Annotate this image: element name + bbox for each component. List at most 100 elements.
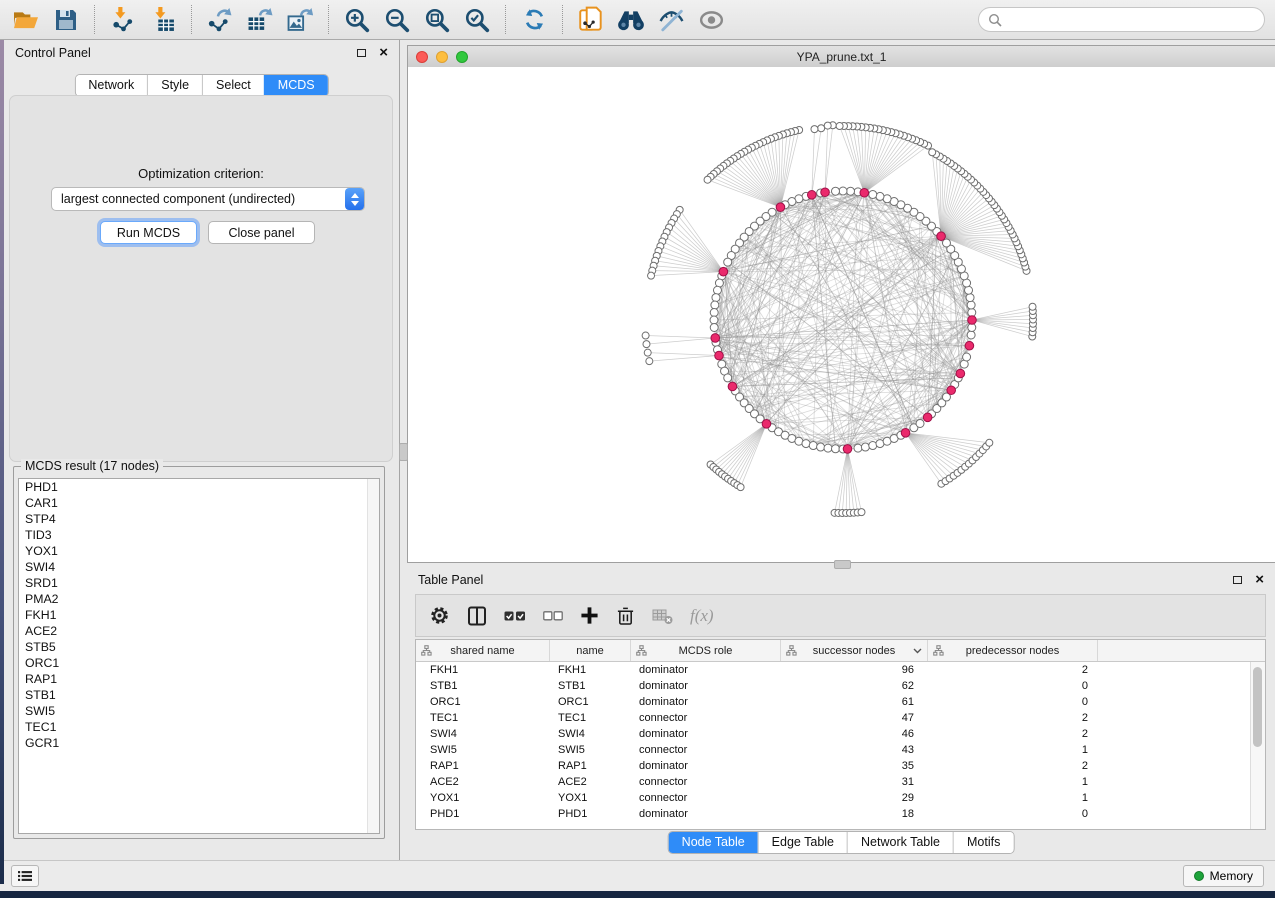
hide-selected-button[interactable]	[655, 4, 687, 36]
ring-node[interactable]	[876, 192, 884, 200]
table-tab-network-table[interactable]: Network Table	[847, 832, 953, 853]
leaf-node[interactable]	[1029, 303, 1036, 310]
ring-node[interactable]	[861, 443, 869, 451]
mcds-hub-node[interactable]	[711, 334, 720, 343]
deselect-all-button[interactable]	[543, 603, 563, 629]
leaf-node[interactable]	[704, 176, 711, 183]
tab-network[interactable]: Network	[75, 75, 147, 96]
column-header-shared-name[interactable]: shared name	[416, 640, 550, 661]
select-all-button[interactable]	[504, 603, 526, 629]
add-column-button[interactable]	[580, 603, 599, 629]
zoom-out-button[interactable]	[381, 4, 413, 36]
mcds-hub-node[interactable]	[776, 203, 785, 212]
refresh-button[interactable]	[518, 4, 550, 36]
leaf-node[interactable]	[858, 509, 865, 516]
table-row[interactable]: PHD1PHD1dominator180	[416, 806, 1265, 822]
ring-node[interactable]	[966, 294, 974, 302]
table-row[interactable]: SWI5SWI5connector431	[416, 742, 1265, 758]
memory-button[interactable]: Memory	[1183, 865, 1264, 887]
mcds-result-item[interactable]: TID3	[19, 527, 379, 543]
ring-node[interactable]	[916, 419, 924, 427]
mcds-result-item[interactable]: RAP1	[19, 671, 379, 687]
ring-node[interactable]	[839, 187, 847, 195]
vertical-splitter-grip[interactable]	[399, 443, 408, 461]
mcds-result-item[interactable]: SWI4	[19, 559, 379, 575]
mcds-hub-node[interactable]	[821, 188, 830, 197]
clipboard-network-button[interactable]	[575, 4, 607, 36]
ring-node[interactable]	[854, 444, 862, 452]
mcds-result-item[interactable]: STB5	[19, 639, 379, 655]
mcds-result-item[interactable]: STB1	[19, 687, 379, 703]
ring-node[interactable]	[967, 301, 975, 309]
column-header-name[interactable]: name	[550, 640, 631, 661]
gear-button[interactable]	[429, 603, 450, 629]
import-table-button[interactable]	[147, 4, 179, 36]
table-tab-edge-table[interactable]: Edge Table	[758, 832, 847, 853]
ring-node[interactable]	[710, 324, 718, 332]
mcds-list-scrollbar[interactable]	[367, 479, 379, 833]
search-input[interactable]	[1008, 12, 1255, 28]
run-mcds-button[interactable]: Run MCDS	[100, 221, 197, 244]
table-row[interactable]: YOX1YOX1connector291	[416, 790, 1265, 806]
ring-node[interactable]	[963, 353, 971, 361]
sort-menu-icon[interactable]	[913, 648, 922, 654]
ring-node[interactable]	[847, 187, 855, 195]
table-row[interactable]: TEC1TEC1connector472	[416, 710, 1265, 726]
ring-node[interactable]	[710, 316, 718, 324]
mcds-hub-node[interactable]	[968, 316, 977, 325]
ring-node[interactable]	[712, 294, 720, 302]
mcds-result-item[interactable]: PMA2	[19, 591, 379, 607]
mcds-result-item[interactable]: SRD1	[19, 575, 379, 591]
leaf-node[interactable]	[643, 341, 650, 348]
split-columns-button[interactable]	[467, 603, 487, 629]
mcds-hub-node[interactable]	[715, 351, 724, 360]
mcds-hub-node[interactable]	[843, 445, 852, 454]
mcds-result-item[interactable]: ORC1	[19, 655, 379, 671]
ring-node[interactable]	[831, 445, 839, 453]
ring-node[interactable]	[965, 286, 973, 294]
mcds-result-item[interactable]: PHD1	[19, 479, 379, 495]
mcds-hub-node[interactable]	[901, 429, 910, 438]
tab-mcds[interactable]: MCDS	[264, 75, 328, 96]
show-all-button[interactable]	[695, 4, 727, 36]
ring-node[interactable]	[802, 440, 810, 448]
ring-node[interactable]	[869, 190, 877, 198]
mcds-hub-node[interactable]	[860, 188, 869, 197]
ring-node[interactable]	[711, 301, 719, 309]
close-panel-button[interactable]: Close panel	[208, 221, 315, 244]
mcds-result-item[interactable]: ACE2	[19, 623, 379, 639]
open-file-button[interactable]	[10, 4, 42, 36]
mcds-hub-node[interactable]	[923, 413, 932, 422]
leaf-node[interactable]	[646, 358, 653, 365]
zoom-in-button[interactable]	[341, 4, 373, 36]
search-network-button[interactable]	[615, 4, 647, 36]
table-row[interactable]: ORC1ORC1dominator610	[416, 694, 1265, 710]
leaf-node[interactable]	[642, 332, 649, 339]
close-panel-icon[interactable]: ×	[1255, 574, 1264, 586]
table-row[interactable]: STB1STB1dominator620	[416, 678, 1265, 694]
leaf-node[interactable]	[648, 272, 655, 279]
table-row[interactable]: FKH1FKH1dominator962	[416, 662, 1265, 678]
save-button[interactable]	[50, 4, 82, 36]
table-scrollbar[interactable]	[1250, 662, 1265, 829]
mcds-hub-node[interactable]	[956, 369, 965, 378]
leaf-node[interactable]	[824, 122, 831, 129]
table-tab-node-table[interactable]: Node Table	[669, 832, 758, 853]
export-table-button[interactable]	[244, 4, 276, 36]
ring-node[interactable]	[831, 187, 839, 195]
ring-node[interactable]	[967, 331, 975, 339]
leaf-node[interactable]	[644, 349, 651, 356]
mcds-hub-node[interactable]	[965, 341, 974, 350]
mcds-result-item[interactable]: STP4	[19, 511, 379, 527]
tab-select[interactable]: Select	[202, 75, 264, 96]
mcds-hub-node[interactable]	[762, 420, 771, 429]
leaf-node[interactable]	[818, 125, 825, 132]
function-builder-button[interactable]: f(x)	[690, 603, 714, 629]
task-history-button[interactable]	[11, 865, 39, 887]
ring-node[interactable]	[715, 279, 723, 287]
column-header-predecessor-nodes[interactable]: predecessor nodes	[928, 640, 1098, 661]
criterion-select[interactable]: largest connected component (undirected)	[51, 187, 365, 211]
float-window-icon[interactable]	[1233, 576, 1242, 584]
mcds-result-item[interactable]: SWI5	[19, 703, 379, 719]
mcds-hub-node[interactable]	[807, 191, 816, 200]
